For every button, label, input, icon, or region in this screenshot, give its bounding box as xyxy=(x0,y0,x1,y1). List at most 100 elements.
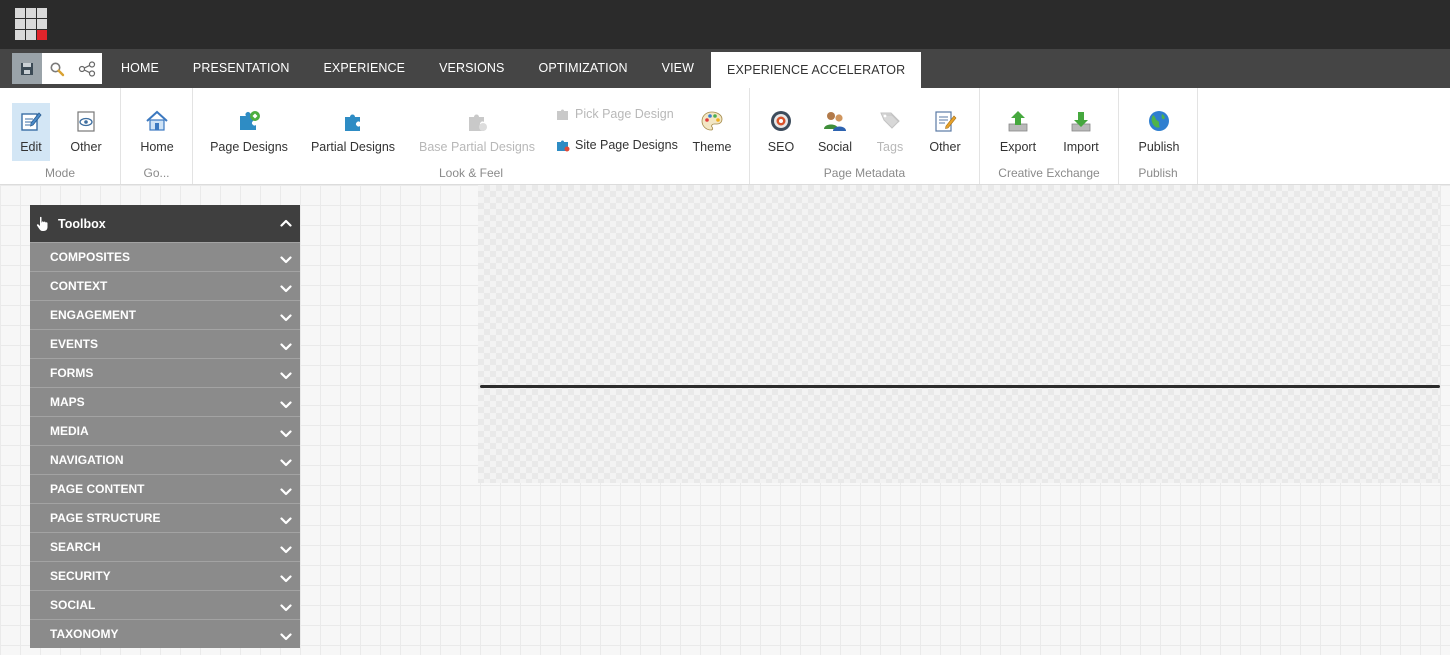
tab-experience-accelerator[interactable]: EXPERIENCE ACCELERATOR xyxy=(711,52,922,88)
navigator-icon[interactable] xyxy=(72,53,102,84)
base-partial-designs-button[interactable]: Base Partial Designs xyxy=(418,103,536,161)
edit-label: Edit xyxy=(20,140,42,154)
chevron-down-icon xyxy=(280,571,292,589)
toolbox-category-page-content[interactable]: PAGE CONTENT xyxy=(30,474,300,503)
toolbox-category-events[interactable]: EVENTS xyxy=(30,329,300,358)
ribbon-group-creative-exchange: Export Import Creative Exchange xyxy=(980,88,1119,184)
tab-home[interactable]: HOME xyxy=(104,49,176,88)
toolbox-category-security[interactable]: SECURITY xyxy=(30,561,300,590)
puzzle-green-icon xyxy=(236,108,262,134)
ribbon-tab-bar: HOME PRESENTATION EXPERIENCE VERSIONS OP… xyxy=(0,49,1450,88)
publish-button[interactable]: Publish xyxy=(1137,103,1181,161)
preview-icon xyxy=(73,108,99,134)
export-icon xyxy=(1005,108,1031,134)
toolbox-category-context[interactable]: CONTEXT xyxy=(30,271,300,300)
toolbox-category-list: COMPOSITES CONTEXT ENGAGEMENT EVENTS FOR… xyxy=(30,242,300,648)
horizontal-rule xyxy=(480,385,1440,388)
toolbox-category-maps[interactable]: MAPS xyxy=(30,387,300,416)
globe-icon xyxy=(1146,108,1172,134)
social-label: Social xyxy=(817,140,853,154)
ribbon-group-mode: Edit Other Mode xyxy=(0,88,121,184)
ribbon-group-look-feel: Page Designs Partial Designs Base Partia… xyxy=(193,88,750,184)
tags-button[interactable]: Tags xyxy=(874,103,906,161)
site-page-designs-button[interactable]: Site Page Designs xyxy=(555,136,678,154)
ribbon-tabs: HOME PRESENTATION EXPERIENCE VERSIONS OP… xyxy=(104,49,922,88)
import-button[interactable]: Import xyxy=(1061,103,1101,161)
chevron-down-icon xyxy=(280,455,292,473)
metadata-other-button[interactable]: Other xyxy=(926,103,964,161)
toolbox-category-taxonomy[interactable]: TAXONOMY xyxy=(30,619,300,648)
seo-label: SEO xyxy=(767,140,795,154)
launchpad-icon[interactable] xyxy=(15,8,48,41)
category-label: CONTEXT xyxy=(50,279,108,293)
page-placeholder[interactable] xyxy=(478,185,1440,483)
chevron-down-icon xyxy=(280,281,292,299)
toolbox-header[interactable]: Toolbox xyxy=(30,205,300,242)
chevron-down-icon xyxy=(280,629,292,647)
group-label-look-feel: Look & Feel xyxy=(438,166,504,180)
pick-page-design-button[interactable]: Pick Page Design xyxy=(555,105,674,123)
partial-designs-button[interactable]: Partial Designs xyxy=(311,103,395,161)
ribbon-group-page-metadata: SEO Social Tags Other Page Metadata xyxy=(750,88,980,184)
chevron-down-icon xyxy=(280,252,292,270)
document-edit-icon xyxy=(932,108,958,134)
category-label: SEARCH xyxy=(50,540,101,554)
pick-page-design-label: Pick Page Design xyxy=(575,107,674,121)
tab-view[interactable]: VIEW xyxy=(645,49,711,88)
category-label: FORMS xyxy=(50,366,94,380)
toolbox-category-page-structure[interactable]: PAGE STRUCTURE xyxy=(30,503,300,532)
toolbox-category-composites[interactable]: COMPOSITES xyxy=(30,242,300,271)
category-label: MAPS xyxy=(50,395,85,409)
group-label-page-metadata: Page Metadata xyxy=(823,166,906,180)
chevron-down-icon xyxy=(280,484,292,502)
toolbox-title: Toolbox xyxy=(58,216,106,231)
tab-experience[interactable]: EXPERIENCE xyxy=(307,49,423,88)
home-label: Home xyxy=(140,140,174,154)
mode-other-label: Other xyxy=(70,140,102,154)
category-label: ENGAGEMENT xyxy=(50,308,137,322)
chevron-down-icon xyxy=(280,310,292,328)
chevron-down-icon xyxy=(280,368,292,386)
chevron-up-icon[interactable] xyxy=(280,216,292,234)
category-label: SECURITY xyxy=(50,569,111,583)
theme-button[interactable]: Theme xyxy=(691,103,733,161)
ribbon: Edit Other Mode Home Go... Page Designs xyxy=(0,88,1450,185)
save-icon[interactable] xyxy=(12,53,42,84)
import-label: Import xyxy=(1063,140,1099,154)
social-button[interactable]: Social xyxy=(815,103,855,161)
hand-pointer-icon xyxy=(36,216,52,232)
puzzle-gray-icon xyxy=(464,108,490,134)
toolbox-panel: Toolbox COMPOSITES CONTEXT ENGAGEMENT EV… xyxy=(30,205,300,648)
chevron-down-icon xyxy=(280,397,292,415)
quick-access-toolbar xyxy=(12,53,102,84)
toolbox-category-engagement[interactable]: ENGAGEMENT xyxy=(30,300,300,329)
toolbox-category-forms[interactable]: FORMS xyxy=(30,358,300,387)
import-icon xyxy=(1068,108,1094,134)
base-partial-designs-label: Base Partial Designs xyxy=(418,140,536,154)
toolbox-category-social[interactable]: SOCIAL xyxy=(30,590,300,619)
site-page-designs-label: Site Page Designs xyxy=(575,138,678,152)
edit-button[interactable]: Edit xyxy=(12,103,50,161)
chevron-down-icon xyxy=(280,426,292,444)
search-icon[interactable] xyxy=(42,53,72,84)
partial-designs-label: Partial Designs xyxy=(310,140,396,154)
home-icon xyxy=(144,108,170,134)
toolbox-category-search[interactable]: SEARCH xyxy=(30,532,300,561)
export-label: Export xyxy=(999,140,1037,154)
puzzle-icon xyxy=(340,108,366,134)
ribbon-group-go: Home Go... xyxy=(121,88,193,184)
users-icon xyxy=(822,108,848,134)
page-designs-label: Page Designs xyxy=(210,140,288,154)
tab-presentation[interactable]: PRESENTATION xyxy=(176,49,307,88)
toolbox-category-media[interactable]: MEDIA xyxy=(30,416,300,445)
export-button[interactable]: Export xyxy=(998,103,1038,161)
home-button[interactable]: Home xyxy=(137,103,177,161)
tab-versions[interactable]: VERSIONS xyxy=(422,49,521,88)
mode-other-button[interactable]: Other xyxy=(66,103,106,161)
tab-optimization[interactable]: OPTIMIZATION xyxy=(522,49,645,88)
category-label: NAVIGATION xyxy=(50,453,124,467)
seo-button[interactable]: SEO xyxy=(765,103,797,161)
category-label: EVENTS xyxy=(50,337,99,351)
toolbox-category-navigation[interactable]: NAVIGATION xyxy=(30,445,300,474)
page-designs-button[interactable]: Page Designs xyxy=(210,103,288,161)
